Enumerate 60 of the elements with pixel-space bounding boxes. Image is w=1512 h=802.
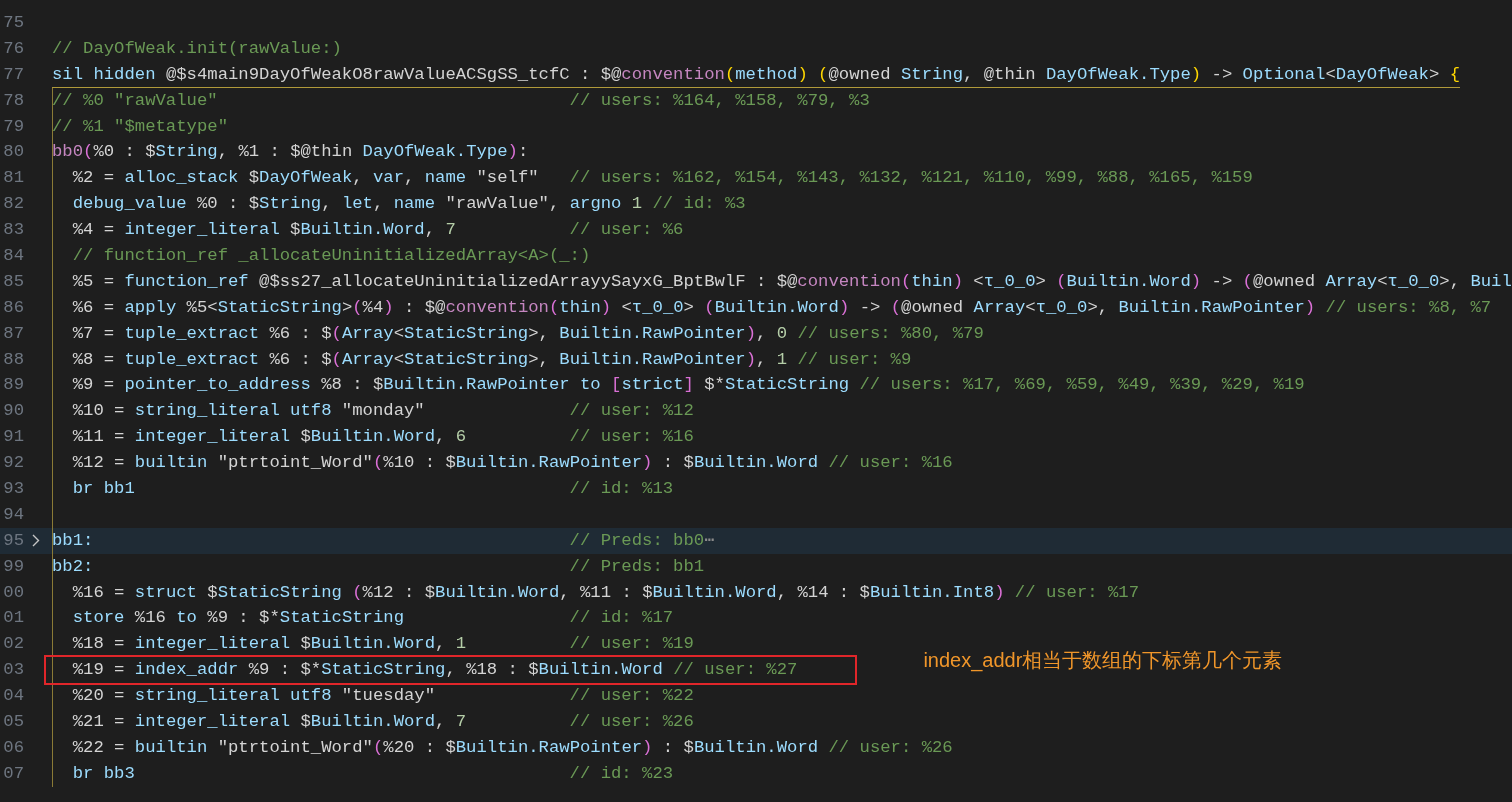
code-line: %9 = pointer_to_address %8 : $Builtin.RawPointer to [strict] $*StaticString // users: %17, %69, %59, %49, %39, %29, %19 (71, 374, 1305, 397)
code-line: br bb3 // id: %23 (71, 762, 674, 785)
code-line: sil hidden @$s4main9DayOfWeakO8rawValueACSgSS_tcfC : $@convention(method) (@owned String, @thin DayOfWeak.Type) -> Optional<DayOfWeak> { (52, 61, 1461, 88)
code-line: %22 = builtin "ptrtoint_Word"(%20 : $Builtin.RawPointer) : $Builtin.Word // user: %26 (71, 736, 953, 759)
line-number: 92 (2, 452, 24, 475)
line-number: 07 (2, 762, 24, 785)
line-number: 84 (2, 245, 24, 267)
code-line: bb1: // Preds: bb0⋯ (52, 529, 715, 552)
code-line: %21 = integer_literal $Builtin.Word, 7 // user: %26 (71, 711, 694, 734)
line-number: 04 (2, 685, 24, 708)
code-line: %18 = integer_literal $Builtin.Word, 1 // user: %19 (71, 633, 694, 656)
code-line: %4 = integer_literal $Builtin.Word, 7 // user: %6 (71, 219, 684, 242)
line-number: 83 (2, 219, 24, 242)
line-number: 99 (2, 555, 24, 578)
line-number: 94 (2, 503, 24, 526)
line-number: 77 (2, 63, 24, 86)
line-number: 88 (2, 348, 24, 371)
code-line: // function_ref _allocateUninitializedArray<A>(_:) (71, 245, 591, 267)
code-line: // %1 "$metatype" (52, 115, 229, 138)
line-number: 75 (2, 12, 24, 34)
line-number: 85 (2, 270, 24, 293)
code-line: %20 = string_literal utf8 "tuesday" // user: %22 (71, 685, 694, 708)
code-line: %2 = alloc_stack $DayOfWeak, var, name "self" // users: %162, %154, %143, %132, %121, %110, %99, %88, %165, %159 (71, 167, 1253, 190)
line-number: 89 (2, 374, 24, 397)
code-line: store %16 to %9 : $*StaticString // id: %17 (71, 607, 674, 630)
line-number: 95 (2, 529, 24, 552)
code-line: %12 = builtin "ptrtoint_Word"(%10 : $Builtin.RawPointer) : $Builtin.Word // user: %16 (71, 452, 953, 475)
code-line: bb0(%0 : $String, %1 : $@thin DayOfWeak.Type): (52, 141, 530, 164)
code-line: // DayOfWeak.init(rawValue:) (52, 37, 343, 60)
line-number: 90 (2, 400, 24, 423)
line-number: 00 (2, 581, 24, 604)
code-line: %8 = tuple_extract %6 : $(Array<StaticString>, Builtin.RawPointer), 1 // user: %9 (71, 348, 912, 371)
line-number: 78 (2, 89, 24, 112)
annotation-note: index_addr相当于数组的下标第几个元素 (923, 648, 1283, 674)
code-line: debug_value %0 : $String, let, name "rawValue", argno 1 // id: %3 (71, 193, 746, 216)
code-line: %10 = string_literal utf8 "monday" // user: %12 (71, 400, 694, 423)
code-line: %11 = integer_literal $Builtin.Word, 6 // user: %16 (71, 426, 694, 449)
line-number: 87 (2, 322, 24, 345)
line-number: 02 (2, 633, 24, 656)
code-line: %19 = index_addr %9 : $*StaticString, %18 : $Builtin.Word // user: %27 (71, 659, 798, 682)
code-line: %7 = tuple_extract %6 : $(Array<StaticString>, Builtin.RawPointer), 0 // users: %80, %79 (71, 322, 984, 345)
line-number: 79 (2, 115, 24, 138)
code-line: // %0 "rawValue" // users: %164, %158, %79, %3 (52, 89, 870, 112)
line-number: 93 (2, 478, 24, 501)
line-number: 76 (2, 37, 24, 60)
code-line: %5 = function_ref @$ss27_allocateUninitializedArrayySayxG_BptBwlF : $@convention(thin) <τ_0_0> (Builtin.Word) -> (@owned Array<τ_0_0>, Buil (71, 270, 1512, 293)
line-number: 05 (2, 711, 24, 734)
line-number: 80 (2, 141, 24, 164)
code-line: %16 = struct $StaticString (%12 : $Builtin.Word, %11 : $Builtin.Word, %14 : $Builtin.Int8) // user: %17 (71, 581, 1140, 604)
code-line: bb2: // Preds: bb1 (52, 555, 705, 578)
line-number: 06 (2, 736, 24, 759)
code-line: br bb1 // id: %13 (71, 478, 674, 501)
line-number: 91 (2, 426, 24, 449)
line-number: 81 (2, 167, 24, 190)
code-line: %6 = apply %5<StaticString>(%4) : $@convention(thin) <τ_0_0> (Builtin.Word) -> (@owned Array<τ_0_0>, Builtin.RawPointer) // users: %8, %7 (71, 296, 1492, 319)
line-number: 86 (2, 296, 24, 319)
line-number: 03 (2, 659, 24, 682)
line-number: 82 (2, 193, 24, 216)
line-number: 01 (2, 607, 24, 630)
chevron-icon[interactable] (32, 534, 40, 548)
